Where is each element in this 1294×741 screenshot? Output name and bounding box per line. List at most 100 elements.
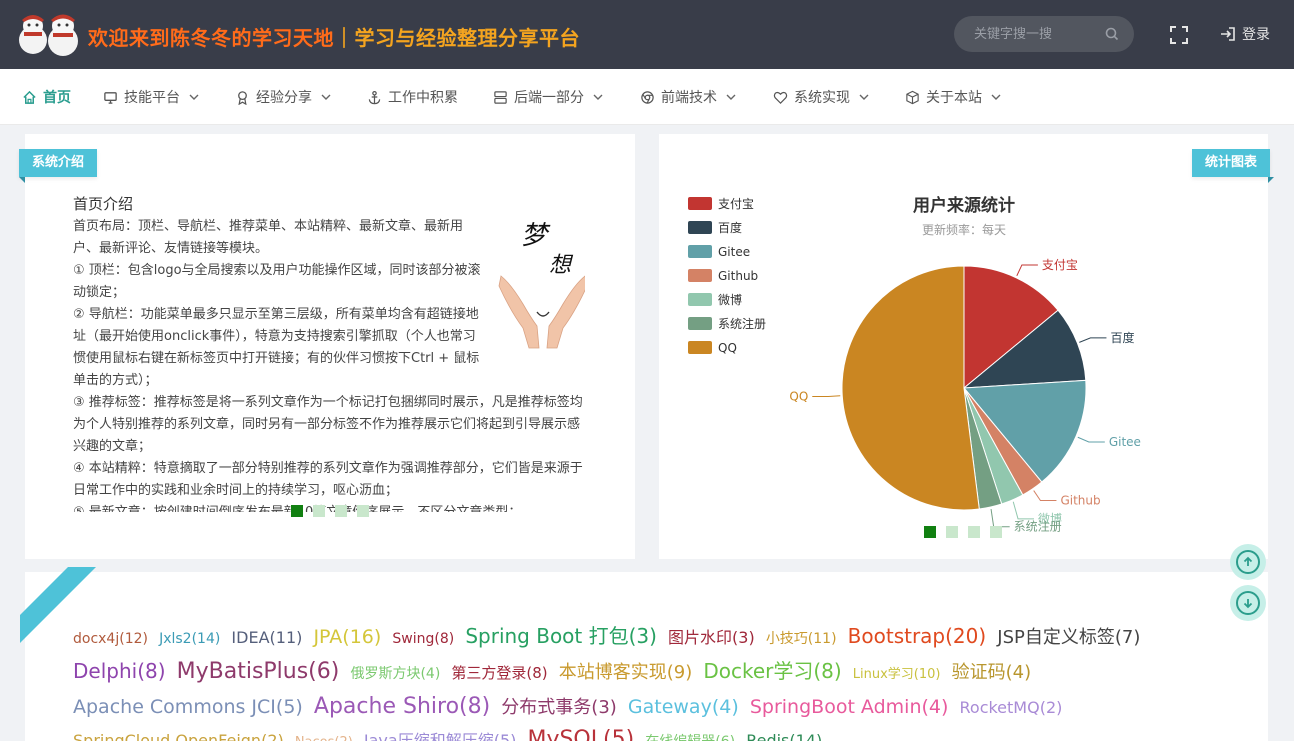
search-box — [954, 16, 1134, 52]
dream-image-char1: 梦 — [521, 221, 551, 251]
pie-label-line — [1077, 436, 1105, 443]
main-nav: 首页 技能平台 经验分享 工作中积累 后端一部分 前端技术 系统实现 关于本站 — [0, 69, 1294, 125]
pie-chart: 用户来源统计 更新频率：每天 支付宝百度GiteeGithub微博系统注册QQ … — [688, 195, 1141, 534]
legend-swatch[interactable] — [688, 341, 712, 354]
intro-text: 梦 想 首页布局：顶栏、导航栏、推荐菜单、本站精粹、最新文章、最新用户、最新评论… — [73, 216, 585, 512]
tag-link[interactable]: MySQL(5) — [527, 727, 634, 741]
tag-link[interactable]: Jxls2(14) — [159, 631, 220, 647]
site-logo[interactable] — [16, 10, 84, 62]
legend-label[interactable]: Github — [718, 269, 758, 283]
tag-link[interactable]: Gateway(4) — [628, 696, 739, 718]
pager-dot[interactable] — [924, 526, 936, 538]
tag-link[interactable]: Spring Boot 打包(3) — [465, 624, 657, 648]
tag-link[interactable]: JPA(16) — [313, 626, 381, 648]
pie-label-line — [1016, 264, 1038, 277]
nav-item-system[interactable]: 系统实现 — [773, 87, 869, 107]
arrow-down-icon — [1236, 591, 1260, 615]
pager-dot[interactable] — [357, 505, 369, 517]
pager-dot[interactable] — [291, 505, 303, 517]
intro-paragraph: ④ 本站精粹：特意摘取了一部分特别推荐的系列文章作为强调推荐部分，它们皆是来源于… — [73, 461, 583, 498]
tag-link[interactable]: Apache Shiro(8) — [314, 694, 490, 719]
tag-link[interactable]: Delphi(8) — [73, 659, 166, 683]
login-button[interactable]: 登录 — [1219, 24, 1270, 44]
tag-link[interactable]: JSP自定义标签(7) — [997, 627, 1140, 648]
server-icon — [494, 90, 507, 104]
tag-link[interactable]: Apache Commons JCI(5) — [73, 696, 303, 718]
box-icon — [906, 90, 919, 104]
tag-cloud: docx4j(12) Jxls2(14) IDEA(11) JPA(16) Sw… — [73, 620, 1213, 741]
nav-item-work[interactable]: 工作中积累 — [367, 87, 458, 107]
tag-link[interactable]: IDEA(11) — [231, 628, 302, 647]
tag-link[interactable]: 在线编辑器(6) — [645, 734, 735, 741]
tag-link[interactable]: docx4j(12) — [73, 631, 148, 647]
pie-slice[interactable] — [841, 265, 980, 511]
tag-link[interactable]: 验证码(4) — [952, 662, 1032, 683]
tag-link[interactable]: 小技巧(11) — [766, 631, 837, 647]
nav-label: 系统实现 — [794, 90, 850, 106]
nav-item-frontend[interactable]: 前端技术 — [640, 87, 736, 107]
legend-swatch[interactable] — [688, 221, 712, 234]
tag-link[interactable]: 第三方登录(8) — [451, 664, 547, 682]
nav-item-skills[interactable]: 技能平台 — [103, 87, 199, 107]
site-title[interactable]: 欢迎来到陈冬冬的学习天地｜学习与经验整理分享平台 — [88, 22, 580, 51]
chevron-down-icon — [189, 94, 199, 100]
search-icon[interactable] — [1104, 26, 1120, 42]
legend-swatch[interactable] — [688, 317, 712, 330]
tag-link[interactable]: 本站博客实现(9) — [559, 662, 693, 683]
search-input[interactable] — [974, 25, 1094, 43]
tag-link[interactable]: Linux学习(10) — [853, 667, 941, 682]
pie-label: 支付宝 — [1042, 258, 1078, 272]
tag-link[interactable]: SpringBoot Admin(4) — [750, 696, 949, 718]
tag-link[interactable]: Swing(8) — [392, 631, 454, 647]
pie-label-line — [812, 395, 841, 398]
site-title-main: 欢迎来到陈冬冬的学习天地 — [88, 26, 334, 50]
chart-pager — [924, 526, 1012, 538]
pie-label-line — [1012, 501, 1035, 520]
scroll-top-button[interactable] — [1230, 544, 1266, 580]
nav-label: 关于本站 — [926, 90, 982, 106]
legend-label[interactable]: 百度 — [718, 220, 742, 235]
pager-dot[interactable] — [313, 505, 325, 517]
pager-dot[interactable] — [968, 526, 980, 538]
top-bar: 欢迎来到陈冬冬的学习天地｜学习与经验整理分享平台 登录 — [0, 0, 1294, 69]
legend-swatch[interactable] — [688, 269, 712, 282]
ribbon-fold — [19, 177, 25, 183]
chevron-down-icon — [859, 94, 869, 100]
tag-link[interactable]: 俄罗斯方块(4) — [350, 666, 440, 682]
pie-label: QQ — [789, 390, 808, 404]
pager-dot[interactable] — [335, 505, 347, 517]
legend-swatch[interactable] — [688, 245, 712, 258]
tag-link[interactable]: Bootstrap(20) — [848, 624, 987, 648]
tag-link[interactable]: Redis(14) — [746, 731, 822, 741]
nav-label: 前端技术 — [661, 90, 717, 106]
tag-link[interactable]: MyBatisPlus(6) — [177, 659, 340, 684]
dream-image: 梦 想 — [498, 221, 585, 349]
tag-link[interactable]: SpringCloud OpenFeign(2) — [73, 731, 284, 741]
tag-link[interactable]: Java压缩和解压缩(5) — [364, 731, 516, 741]
login-label: 登录 — [1242, 27, 1270, 43]
legend-label[interactable]: 微博 — [718, 292, 742, 307]
tag-link[interactable]: 分布式事务(3) — [501, 697, 617, 718]
nav-item-home[interactable]: 首页 — [22, 87, 71, 107]
chart-subtitle: 更新频率：每天 — [922, 222, 1006, 237]
nav-label: 首页 — [43, 90, 71, 106]
arrow-up-icon — [1236, 550, 1260, 574]
legend-label[interactable]: Gitee — [718, 245, 750, 259]
legend-label[interactable]: 支付宝 — [718, 197, 754, 211]
pager-dot[interactable] — [946, 526, 958, 538]
nav-item-about[interactable]: 关于本站 — [905, 87, 1001, 107]
legend-label[interactable]: QQ — [718, 341, 737, 355]
login-icon — [1221, 27, 1235, 41]
tag-link[interactable]: 图片水印(3) — [668, 628, 755, 647]
nav-item-backend[interactable]: 后端一部分 — [493, 87, 603, 107]
legend-label[interactable]: 系统注册 — [718, 316, 766, 331]
nav-item-experience[interactable]: 经验分享 — [235, 87, 331, 107]
fullscreen-icon[interactable] — [1168, 24, 1190, 46]
legend-swatch[interactable] — [688, 293, 712, 306]
pager-dot[interactable] — [990, 526, 1002, 538]
scroll-bottom-button[interactable] — [1230, 585, 1266, 621]
tag-link[interactable]: RocketMQ(2) — [960, 698, 1063, 717]
tag-link[interactable]: Nacos(2) — [295, 735, 353, 741]
legend-swatch[interactable] — [688, 197, 712, 210]
tag-link[interactable]: Docker学习(8) — [703, 659, 841, 683]
